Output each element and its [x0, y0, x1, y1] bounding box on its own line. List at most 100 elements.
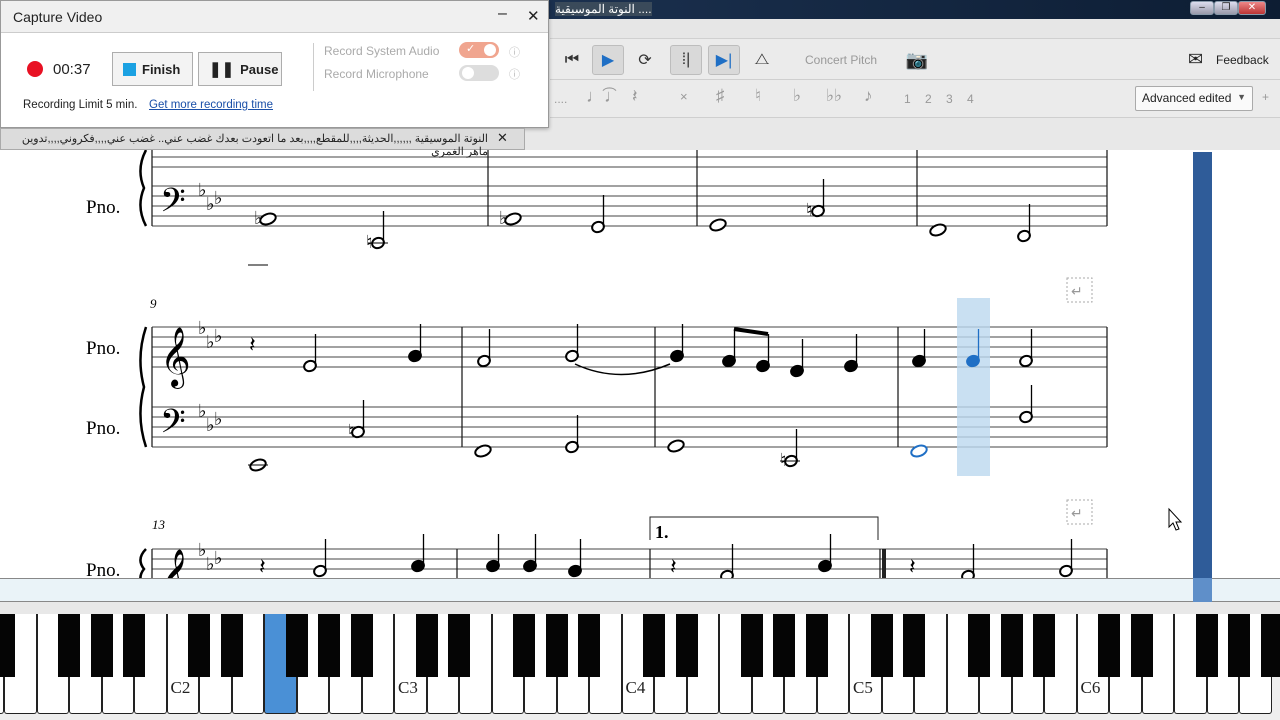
minimize-button[interactable]: – — [1190, 1, 1214, 15]
rest-icon[interactable]: 𝄽 — [632, 86, 638, 107]
note-head — [910, 444, 928, 458]
brace — [139, 548, 147, 590]
note-head — [474, 444, 492, 458]
repeat-toggle-icon[interactable]: ⁞| — [670, 45, 702, 75]
music-glyph: ♮ — [348, 421, 354, 441]
black-key[interactable] — [870, 614, 893, 677]
music-glyph: ♭ — [214, 188, 223, 208]
loop-icon[interactable]: ⟳ — [629, 45, 661, 75]
black-key[interactable] — [643, 614, 665, 677]
pause-label: Pause — [240, 61, 279, 77]
double-flat-icon[interactable]: ♭♭ — [826, 86, 842, 106]
tab-close-icon[interactable]: ✕ — [497, 130, 508, 146]
black-key[interactable] — [578, 614, 600, 677]
envelope-icon: ✉ — [1188, 49, 1204, 69]
black-key[interactable] — [1260, 614, 1280, 677]
voice-4-button[interactable]: 4 — [967, 92, 974, 106]
workspace-select[interactable]: Advanced edited ▼ — [1135, 86, 1253, 111]
dialog-title-bar: Capture Video – ✕ — [1, 1, 548, 33]
volta-bracket — [649, 516, 879, 540]
voice-1-button[interactable]: 1 — [904, 92, 911, 106]
black-key[interactable] — [1130, 614, 1153, 677]
key-label: C5 — [853, 678, 873, 697]
black-key[interactable] — [285, 614, 308, 677]
music-glyph: ♭ — [499, 208, 508, 228]
black-key[interactable] — [0, 614, 15, 677]
black-key[interactable] — [1228, 614, 1250, 677]
score-canvas[interactable]: 𝄢♭♭♭𝄢♭♭♭𝄞♭♭♭𝄞♭♭♭𝄽𝄽𝄽𝄽♮♮♮♮♭♭ Pno. Pno. Pno… — [0, 149, 1280, 611]
feedback-button[interactable]: Feedback — [1216, 53, 1269, 67]
black-key[interactable] — [318, 614, 340, 677]
black-key[interactable] — [415, 614, 438, 677]
black-key[interactable] — [188, 614, 210, 677]
music-glyph: ♭ — [214, 409, 223, 429]
black-key[interactable] — [1098, 614, 1120, 677]
score-tab[interactable]: النوتة الموسيقية ,,,,,,الحديثة,,,,للمقطع… — [0, 128, 525, 158]
tie-icon[interactable]: ♩͡♩ — [586, 86, 622, 107]
recording-limit-text: Recording Limit 5 min. — [23, 99, 138, 111]
black-key[interactable] — [903, 614, 925, 677]
black-key[interactable] — [350, 614, 373, 677]
vertical-scrollbar[interactable] — [1193, 152, 1212, 582]
microphone-label: Record Microphone — [324, 67, 429, 81]
camera-icon[interactable]: 📷 — [901, 45, 933, 75]
info-icon[interactable]: ⓘ — [509, 44, 520, 60]
add-workspace-button[interactable]: + — [1262, 90, 1269, 104]
recording-timer: 00:37 — [53, 61, 91, 78]
black-key[interactable] — [1000, 614, 1023, 677]
black-key[interactable] — [448, 614, 470, 677]
music-glyph: 𝄢 — [160, 182, 186, 227]
double-sharp-icon[interactable]: × — [680, 89, 688, 104]
volta-label: 1. — [655, 522, 669, 542]
sharp-icon[interactable]: ♯ — [716, 86, 725, 106]
finish-button[interactable]: Finish — [112, 52, 193, 86]
flat-icon[interactable]: ♭ — [793, 86, 801, 106]
tab-label: النوتة الموسيقية ,,,,,,الحديثة,,,,للمقطع… — [21, 133, 488, 158]
black-key[interactable] — [123, 614, 145, 677]
system-audio-toggle[interactable]: ✓ — [459, 42, 499, 58]
more-icon[interactable]: .... — [554, 92, 567, 106]
music-glyph: 𝄽 — [259, 554, 266, 578]
pause-button[interactable]: ❚❚ Pause — [198, 52, 282, 86]
black-key[interactable] — [90, 614, 113, 677]
music-glyph: 𝄢 — [160, 403, 186, 448]
maximize-button[interactable]: ❐ — [1214, 1, 1238, 15]
close-button[interactable]: ✕ — [1238, 1, 1266, 15]
minimize-icon[interactable]: – — [498, 5, 507, 23]
divider — [313, 43, 314, 91]
metronome-icon[interactable]: ⧍ — [746, 45, 778, 75]
voice-2-button[interactable]: 2 — [925, 92, 932, 106]
menu-bar — [550, 19, 1280, 38]
instrument-label: Pno. — [86, 560, 120, 578]
music-glyph: 𝄽 — [670, 554, 677, 578]
microphone-toggle[interactable] — [459, 65, 499, 81]
concert-pitch-button[interactable]: Concert Pitch — [805, 53, 877, 67]
flip-direction-icon[interactable]: ♪ — [864, 86, 873, 106]
black-key[interactable] — [773, 614, 795, 677]
black-key[interactable] — [675, 614, 698, 677]
chevron-down-icon: ▼ — [1237, 92, 1246, 102]
more-recording-time-link[interactable]: Get more recording time — [149, 99, 273, 111]
info-icon[interactable]: ⓘ — [509, 66, 520, 82]
music-glyph: ♭ — [254, 208, 263, 228]
pan-score-icon[interactable]: ▶| — [708, 45, 740, 75]
black-key[interactable] — [968, 614, 990, 677]
voice-3-button[interactable]: 3 — [946, 92, 953, 106]
black-key[interactable] — [1195, 614, 1218, 677]
rewind-icon[interactable]: ⏮ — [556, 45, 588, 75]
close-icon[interactable]: ✕ — [527, 7, 540, 25]
black-key[interactable] — [58, 614, 80, 677]
brace — [139, 149, 148, 227]
black-key[interactable] — [805, 614, 828, 677]
natural-icon[interactable]: ♮ — [755, 86, 761, 106]
music-glyph: ♭ — [214, 548, 223, 568]
black-key[interactable] — [220, 614, 243, 677]
capture-video-dialog: Capture Video – ✕ 00:37 Finish ❚❚ Pause R… — [0, 0, 549, 128]
black-key[interactable] — [740, 614, 763, 677]
note-head — [929, 223, 947, 237]
piano-keyboard[interactable]: C2 C3 C4 C5 C6 — [0, 614, 1280, 720]
play-icon[interactable]: ▶ — [592, 45, 624, 75]
black-key[interactable] — [513, 614, 535, 677]
black-key[interactable] — [545, 614, 568, 677]
black-key[interactable] — [1033, 614, 1055, 677]
